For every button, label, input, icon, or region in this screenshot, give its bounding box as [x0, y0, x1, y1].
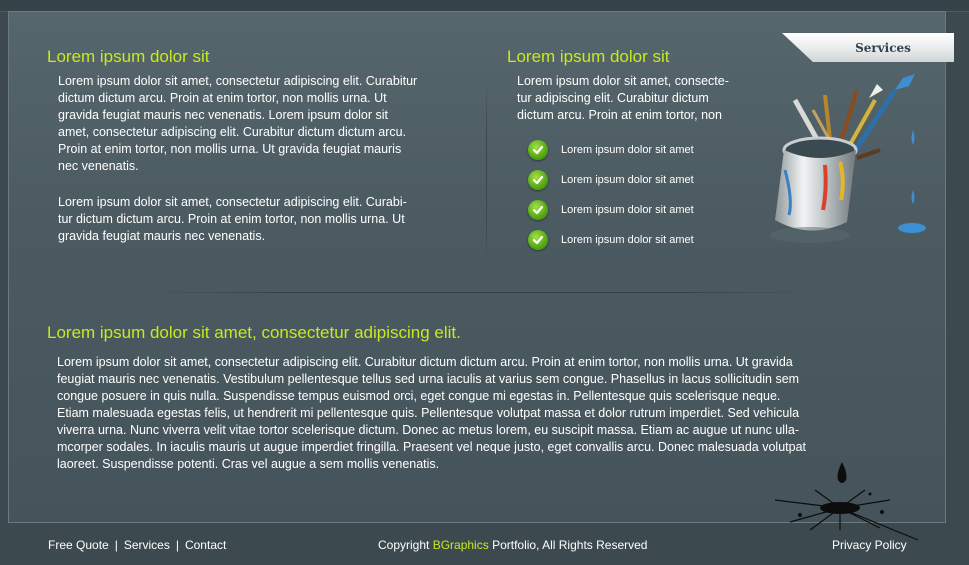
text-line: nec venenatis. — [58, 159, 139, 173]
left-paragraph-1: Lorem ipsum dolor sit amet, consectetur … — [58, 73, 417, 175]
privacy-policy-link[interactable]: Privacy Policy — [832, 538, 907, 552]
ink-splat-illustration — [774, 462, 919, 541]
text-line: viverra urna. Nunc viverra velit vitae t… — [57, 423, 799, 437]
text-line: Etiam malesuada egestas felis, ut hendre… — [57, 406, 800, 420]
check-icon — [528, 140, 548, 160]
footer-link-services[interactable]: Services — [124, 538, 170, 552]
text-line: feugiat mauris nec venenatis. Vestibulum… — [57, 372, 800, 386]
text-line: gravida feugiat mauris nec venenatis. Lo… — [58, 108, 389, 122]
list-item-label: Lorem ipsum dolor sit amet — [561, 234, 694, 246]
bottom-paragraph: Lorem ipsum dolor sit amet, consectetur … — [57, 354, 806, 473]
text-line: gravida feugiat mauris nec venenatis. — [58, 229, 266, 243]
text-line: Proin at enim tortor, non mollis urna. U… — [58, 142, 402, 156]
text-line: Lorem ipsum dolor sit amet, consectetur … — [57, 355, 793, 369]
list-item: Lorem ipsum dolor sit amet — [528, 200, 694, 220]
footer-link-contact[interactable]: Contact — [185, 538, 226, 552]
paint-bucket-illustration — [770, 74, 926, 243]
footer-link-free-quote[interactable]: Free Quote — [48, 538, 109, 552]
text-line: tur dictum dictum arcu. Proin at enim to… — [58, 212, 405, 226]
brand-name: BGraphics — [432, 538, 489, 552]
text-line: laoreet. Suspendisse potenti. Cras vel a… — [57, 457, 440, 471]
text-line: dictum arcu. Proin at enim tortor, non — [517, 108, 722, 122]
left-paragraph-2: Lorem ipsum dolor sit amet, consectetur … — [58, 194, 407, 245]
footer-separator: | — [175, 538, 179, 552]
section-divider — [140, 292, 820, 293]
list-item-label: Lorem ipsum dolor sit amet — [561, 204, 694, 216]
text-line: Lorem ipsum dolor sit amet, consectetur … — [58, 74, 418, 88]
text-line: Lorem ipsum dolor sit amet, consectetur … — [58, 195, 407, 209]
copyright-prefix: Copyright — [378, 538, 433, 552]
footer-privacy: Privacy Policy — [832, 538, 907, 552]
text-line: mcorper sodales. In iaculis mauris ut au… — [57, 440, 807, 454]
list-item-label: Lorem ipsum dolor sit amet — [561, 174, 694, 186]
bottom-heading: Lorem ipsum dolor sit amet, consectetur … — [47, 323, 461, 342]
list-item: Lorem ipsum dolor sit amet — [528, 230, 694, 250]
check-icon — [528, 170, 548, 190]
check-icon — [528, 200, 548, 220]
services-tab-label: Services — [855, 40, 911, 55]
text-line: tur adipiscing elit. Curabitur dictum — [517, 91, 709, 105]
copyright: Copyright BGraphics Portfolio, All Right… — [378, 538, 647, 552]
footer-nav: Free Quote | Services | Contact — [48, 538, 226, 552]
list-item: Lorem ipsum dolor sit amet — [528, 140, 694, 160]
left-heading: Lorem ipsum dolor sit — [47, 47, 210, 66]
column-divider — [486, 78, 487, 268]
right-heading: Lorem ipsum dolor sit — [507, 47, 670, 66]
list-item: Lorem ipsum dolor sit amet — [528, 170, 694, 190]
right-paragraph: Lorem ipsum dolor sit amet, consecte- tu… — [517, 73, 729, 124]
text-line: dictum dictum arcu. Proin at enim tortor… — [58, 91, 387, 105]
copyright-suffix: Portfolio, All Rights Reserved — [488, 538, 648, 552]
text-line: congue posuere in quis nulla. Suspendiss… — [57, 389, 781, 403]
footer-separator: | — [114, 538, 118, 552]
list-item-label: Lorem ipsum dolor sit amet — [561, 144, 694, 156]
text-line: Lorem ipsum dolor sit amet, consecte- — [517, 74, 729, 88]
text-line: amet, consectetur adipiscing elit. Curab… — [58, 125, 407, 139]
check-icon — [528, 230, 548, 250]
